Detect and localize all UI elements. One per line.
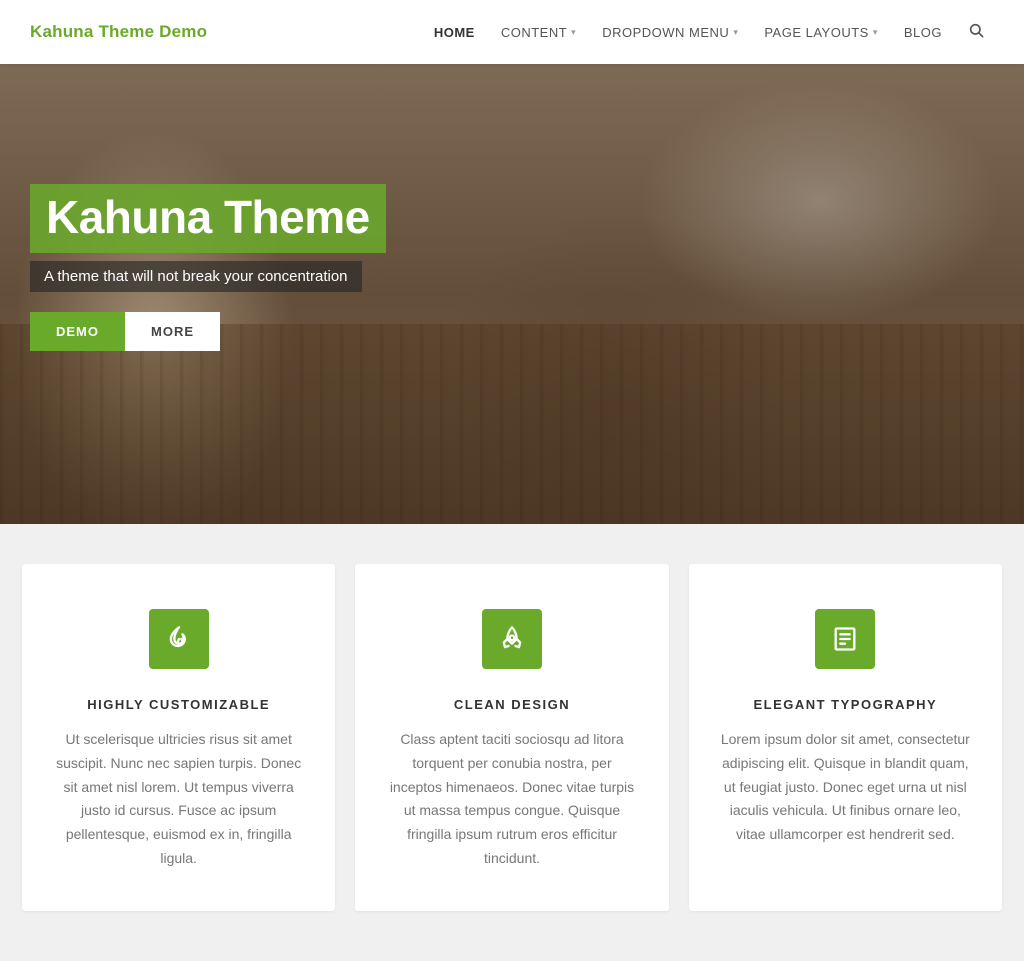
feature-card-customizable: HIGHLY CUSTOMIZABLE Ut scelerisque ultri…	[22, 564, 335, 911]
typography-icon	[831, 625, 859, 653]
more-button[interactable]: MORE	[125, 312, 220, 351]
flame-icon	[165, 625, 193, 653]
hero-section: Kahuna Theme A theme that will not break…	[0, 64, 1024, 524]
hero-buttons: DEMO MORE	[30, 312, 386, 351]
hero-title: Kahuna Theme	[46, 192, 370, 243]
feature-card-typography: ELEGANT TYPOGRAPHY Lorem ipsum dolor sit…	[689, 564, 1002, 911]
nav-item-home[interactable]: HOME	[424, 17, 485, 48]
hero-subtitle-background: A theme that will not break your concent…	[30, 261, 362, 292]
search-icon[interactable]	[958, 14, 994, 51]
feature-text-2: Class aptent taciti sociosqu ad litora t…	[385, 728, 638, 871]
hero-content: Kahuna Theme A theme that will not break…	[30, 184, 386, 351]
feature-title-1: HIGHLY CUSTOMIZABLE	[52, 697, 305, 712]
feature-title-2: CLEAN DESIGN	[385, 697, 638, 712]
chevron-down-icon: ▾	[733, 27, 738, 38]
feature-text-3: Lorem ipsum dolor sit amet, consectetur …	[719, 728, 972, 847]
features-grid: HIGHLY CUSTOMIZABLE Ut scelerisque ultri…	[22, 564, 1002, 911]
feature-card-clean: CLEAN DESIGN Class aptent taciti sociosq…	[355, 564, 668, 911]
site-header: Kahuna Theme Demo HOME CONTENT ▾ DROPDOW…	[0, 0, 1024, 64]
chevron-down-icon: ▾	[873, 27, 878, 38]
features-section: HIGHLY CUSTOMIZABLE Ut scelerisque ultri…	[0, 524, 1024, 961]
chevron-down-icon: ▾	[571, 27, 576, 38]
feature-title-3: ELEGANT TYPOGRAPHY	[719, 697, 972, 712]
feature-icon-wrap-3	[815, 609, 875, 669]
nav-item-content[interactable]: CONTENT ▾	[491, 17, 586, 48]
feature-icon-wrap-2	[482, 609, 542, 669]
site-title[interactable]: Kahuna Theme Demo	[30, 22, 207, 42]
nav-item-page-layouts[interactable]: PAGE LAYOUTS ▾	[754, 17, 888, 48]
main-nav: HOME CONTENT ▾ DROPDOWN MENU ▾ PAGE LAYO…	[424, 14, 994, 51]
nav-item-blog[interactable]: BLOG	[894, 17, 952, 48]
nav-item-dropdown[interactable]: DROPDOWN MENU ▾	[592, 17, 748, 48]
feature-text-1: Ut scelerisque ultricies risus sit amet …	[52, 728, 305, 871]
feature-icon-wrap-1	[149, 609, 209, 669]
rocket-icon	[498, 625, 526, 653]
hero-title-background: Kahuna Theme	[30, 184, 386, 253]
hero-subtitle: A theme that will not break your concent…	[44, 268, 348, 285]
demo-button[interactable]: DEMO	[30, 312, 125, 351]
hero-wood-texture	[0, 324, 1024, 524]
